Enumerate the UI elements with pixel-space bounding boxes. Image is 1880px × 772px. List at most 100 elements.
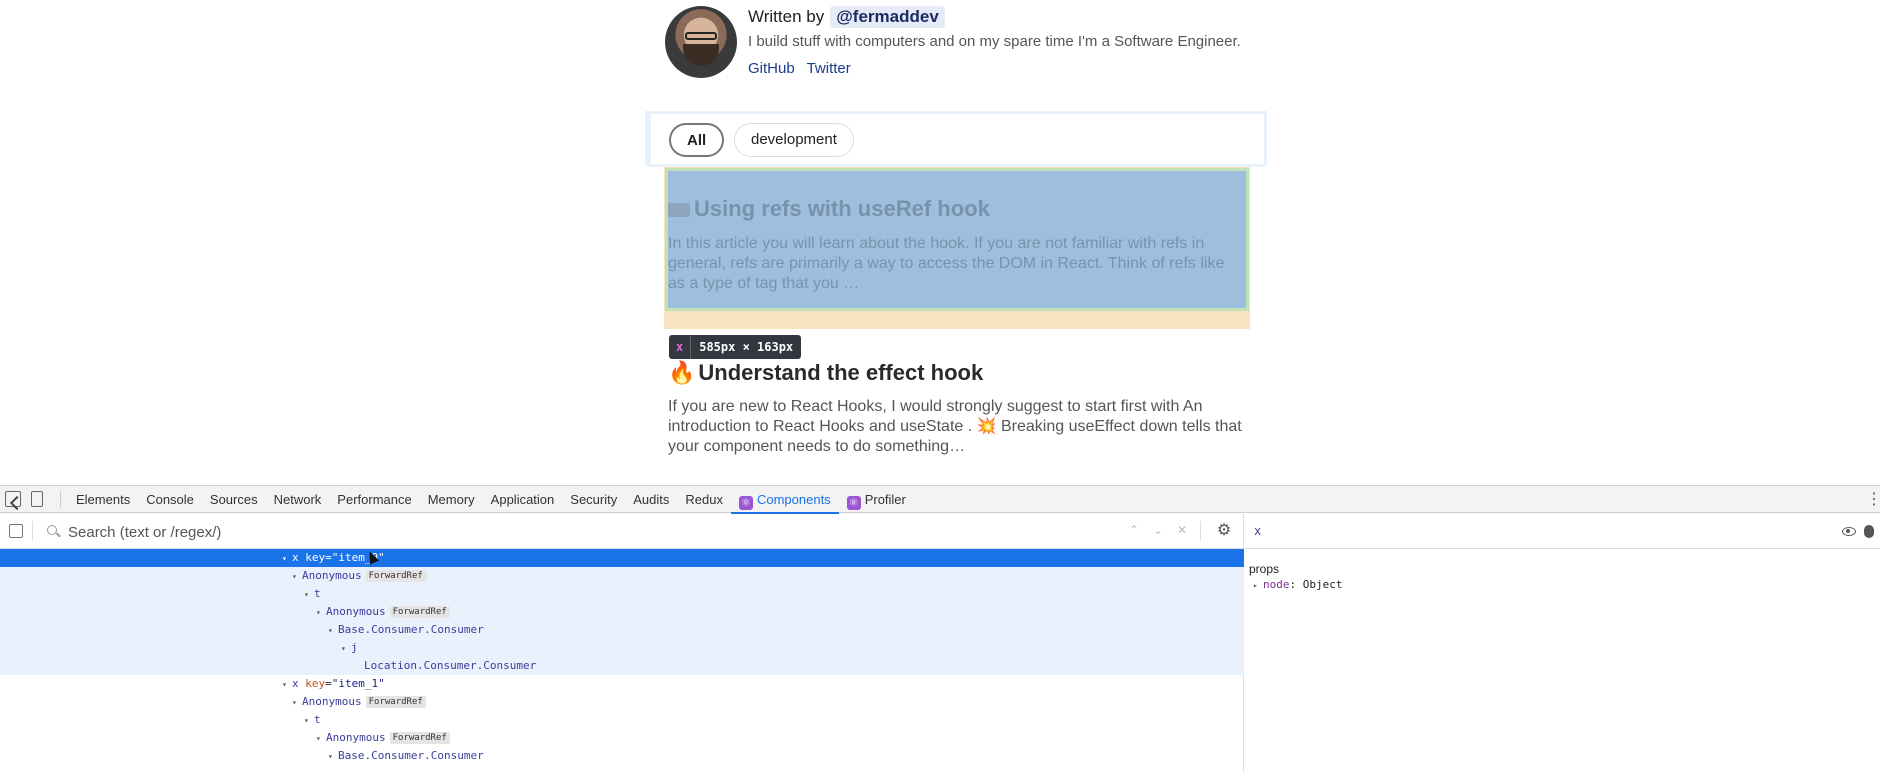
props-label: props <box>1249 562 1280 576</box>
expand-arrow-icon[interactable]: ▾ <box>292 694 302 712</box>
tab-components[interactable]: ⚛ Components <box>730 486 839 514</box>
tab-profiler[interactable]: ⚛ Profiler <box>839 486 914 513</box>
tree-row[interactable]: ▾ x key="item_1" <box>0 675 1244 693</box>
props-pane: x props ▸ node: Object <box>1245 514 1880 772</box>
select-element-icon[interactable] <box>9 524 23 538</box>
expand-arrow-icon[interactable]: ▾ <box>316 730 326 748</box>
component-name: Base.Consumer.Consumer <box>338 623 484 636</box>
post-excerpt: If you are new to React Hooks, I would s… <box>668 398 1242 455</box>
github-link[interactable]: GitHub <box>748 60 795 77</box>
expand-arrow-icon[interactable]: ▾ <box>304 586 314 604</box>
expand-arrow-icon[interactable]: ▾ <box>316 604 326 622</box>
search-icon <box>47 525 57 535</box>
prop-key: node <box>1263 578 1290 591</box>
inspect-element-icon[interactable] <box>5 491 21 507</box>
search-clear-button[interactable]: ✕ <box>1175 523 1189 537</box>
tree-row-content: ▾ Anonymous ForwardRef <box>316 603 450 622</box>
component-name: x <box>292 677 299 690</box>
component-name: x <box>292 551 299 564</box>
tree-row[interactable]: ▾ Anonymous ForwardRef <box>0 603 1244 621</box>
expand-arrow-icon[interactable]: ▾ <box>292 568 302 586</box>
selected-component-header: x <box>1245 514 1880 549</box>
search-divider <box>32 521 33 541</box>
filter-development-button[interactable]: development <box>734 123 854 157</box>
eye-icon[interactable] <box>1842 527 1856 536</box>
avatar-glasses <box>685 32 717 40</box>
tab-components-label: Components <box>756 492 831 507</box>
tab-application[interactable]: Application <box>483 486 563 513</box>
search-prev-button[interactable]: ⌃ <box>1127 523 1141 537</box>
bug-icon[interactable] <box>1864 525 1874 538</box>
component-key-equals: = <box>325 677 332 690</box>
expand-arrow-icon[interactable]: ▾ <box>328 748 338 766</box>
tree-row[interactable]: ▾ t <box>0 585 1244 603</box>
component-name: t <box>314 587 321 600</box>
written-by-label: Written by <box>748 7 825 26</box>
tab-memory[interactable]: Memory <box>420 486 483 513</box>
component-name: t <box>314 713 321 726</box>
devtools-panel: Elements Console Sources Network Perform… <box>0 485 1880 772</box>
expand-arrow-icon[interactable]: ▾ <box>304 712 314 730</box>
expand-arrow-icon[interactable]: ▾ <box>341 640 351 658</box>
post-title-link[interactable]: 🔥 Understand the effect hook <box>668 360 983 386</box>
tree-row[interactable]: ▾ Anonymous ForwardRef <box>0 729 1244 747</box>
component-key-equals: = <box>325 551 332 564</box>
component-name: Location.Consumer.Consumer <box>364 659 537 672</box>
tree-row[interactable]: ▾ Anonymous ForwardRef <box>0 693 1244 711</box>
selected-component-name: x <box>1254 524 1262 538</box>
device-toolbar-icon[interactable] <box>31 491 43 507</box>
tag-filter-bar: All development <box>645 111 1267 167</box>
more-options-icon[interactable]: ⋮ <box>1866 491 1880 508</box>
expand-arrow-icon[interactable]: ▾ <box>328 622 338 640</box>
tree-row[interactable]: ▾ Base.Consumer.Consumer <box>0 747 1244 765</box>
tab-sources[interactable]: Sources <box>202 486 266 513</box>
prop-colon: : <box>1289 578 1303 591</box>
tree-row[interactable]: ▾ x key="item_0" <box>0 549 1244 567</box>
component-name: Anonymous <box>326 605 386 618</box>
tree-row-content: ▾ x key="item_1" <box>282 675 385 694</box>
devtools-tabs: Elements Console Sources Network Perform… <box>68 486 914 514</box>
tab-redux[interactable]: Redux <box>677 486 731 513</box>
keyboard-icon <box>668 203 690 218</box>
tab-elements[interactable]: Elements <box>68 486 138 513</box>
tab-performance[interactable]: Performance <box>329 486 419 513</box>
tab-console[interactable]: Console <box>138 486 202 513</box>
react-icon: ⚛ <box>846 496 861 510</box>
tree-row-content: ▾ Anonymous ForwardRef <box>292 693 426 712</box>
post-title-link[interactable]: Using refs with useRef hook <box>668 196 990 222</box>
tree-row[interactable]: ▾ j <box>0 639 1244 657</box>
expand-arrow-icon[interactable]: ▸ <box>1253 581 1263 590</box>
fire-icon: 🔥 <box>668 360 696 385</box>
search-next-button[interactable]: ⌄ <box>1151 523 1165 537</box>
prop-row[interactable]: ▸ node: Object <box>1253 578 1343 591</box>
settings-gear-icon[interactable]: ⚙ <box>1216 523 1232 539</box>
filter-all-button[interactable]: All <box>669 123 725 157</box>
devtools-tabbar: Elements Console Sources Network Perform… <box>0 486 1880 514</box>
component-search-input[interactable] <box>68 520 1108 544</box>
expand-arrow-icon[interactable]: ▾ <box>282 676 292 694</box>
search-divider <box>1200 521 1201 541</box>
tree-row[interactable]: ▾ Base.Consumer.Consumer <box>0 621 1244 639</box>
component-name: Anonymous <box>302 695 362 708</box>
author-handle-link[interactable]: @fermaddev <box>830 6 945 28</box>
component-search-bar: ⌃ ⌄ ✕ ⚙ <box>0 514 1244 549</box>
tab-audits[interactable]: Audits <box>625 486 677 513</box>
blog-page: Written by @fermaddev I build stuff with … <box>0 0 1880 485</box>
avatar-beard <box>683 44 719 66</box>
component-tree: ▾ x key="item_0" ▾ Anonymous ForwardRef ▾ t ▾ An… <box>0 549 1244 772</box>
tree-row-content: ▾ t <box>304 711 321 730</box>
expand-arrow-icon[interactable]: ▾ <box>282 550 292 568</box>
twitter-link[interactable]: Twitter <box>807 60 851 77</box>
tree-row-content: ▾ Base.Consumer.Consumer <box>328 621 484 640</box>
tree-row-content: ▾ t <box>304 585 321 604</box>
tree-row[interactable]: ▾ t <box>0 711 1244 729</box>
post-title-text: Using refs with useRef hook <box>694 196 990 221</box>
tab-security[interactable]: Security <box>562 486 625 513</box>
tree-row[interactable]: ▾ Anonymous ForwardRef <box>0 567 1244 585</box>
tab-network[interactable]: Network <box>266 486 330 513</box>
component-key-attr: key <box>305 551 326 564</box>
prop-value: Object <box>1302 578 1343 591</box>
tree-row[interactable]: Location.Consumer.Consumer <box>0 657 1244 675</box>
tooltip-tag: x <box>669 335 692 359</box>
component-key-value: "item_1" <box>331 677 385 690</box>
